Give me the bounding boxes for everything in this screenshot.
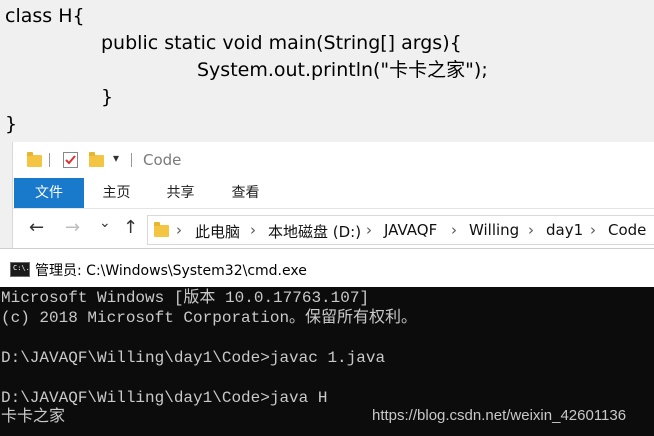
breadcrumb-chevron-icon[interactable]: › [176, 221, 182, 239]
code-line: } [101, 86, 114, 108]
breadcrumb-chevron-icon[interactable]: › [528, 221, 534, 239]
cmd-icon-label: C:\. [13, 264, 30, 272]
folder-icon [27, 152, 42, 167]
recent-locations-chevron-icon[interactable]: ⌄ [99, 215, 111, 231]
cmd-window-title: 管理员: C:\Windows\System32\cmd.exe [35, 263, 307, 279]
forward-arrow-icon[interactable]: → [65, 217, 80, 238]
cmd-console[interactable]: Microsoft Windows [版本 10.0.17763.107] (c… [0, 287, 654, 436]
toolbar-divider [131, 153, 132, 167]
new-folder-icon[interactable] [89, 152, 104, 167]
console-line: Microsoft Windows [版本 10.0.17763.107] [1, 289, 370, 307]
toolbar-divider [49, 153, 50, 167]
code-line: public static void main(String[] args){ [101, 32, 462, 54]
breadcrumb-chevron-icon[interactable]: › [250, 221, 256, 239]
console-line: (c) 2018 Microsoft Corporation。保留所有权利。 [1, 309, 418, 327]
breadcrumb-javaqf[interactable]: JAVAQF [384, 221, 437, 239]
quick-access-toolbar: ▾ Code [13, 142, 654, 178]
breadcrumb-this-pc[interactable]: 此电脑 [195, 221, 240, 242]
code-snippet: class H{ public static void main(String[… [0, 0, 654, 142]
breadcrumb-willing[interactable]: Willing [469, 221, 519, 239]
properties-icon[interactable] [63, 152, 78, 168]
breadcrumb-code[interactable]: Code [608, 221, 646, 239]
console-line: D:\JAVAQF\Willing\day1\Code>javac 1.java [1, 349, 386, 367]
address-bar[interactable]: › 此电脑 › 本地磁盘 (D:) › JAVAQF › Willing › d… [147, 215, 654, 245]
tab-view[interactable]: 查看 [218, 178, 273, 208]
breadcrumb-local-disk[interactable]: 本地磁盘 (D:) [268, 221, 361, 242]
back-arrow-icon[interactable]: ← [29, 217, 44, 238]
breadcrumb-chevron-icon[interactable]: › [590, 221, 596, 239]
watermark: https://blog.csdn.net/weixin_42601136 [372, 407, 627, 424]
customize-toolbar-dropdown-icon[interactable]: ▾ [113, 151, 119, 165]
window-title: Code [143, 151, 182, 169]
tab-home[interactable]: 主页 [89, 178, 144, 208]
console-line: D:\JAVAQF\Willing\day1\Code>java H [1, 389, 328, 407]
tab-share[interactable]: 共享 [153, 178, 208, 208]
cmd-app-icon: C:\. [10, 262, 30, 277]
address-bar-row: ← → ⌄ ↑ › 此电脑 › 本地磁盘 (D:) › JAVAQF › Wil… [13, 209, 654, 248]
up-arrow-icon[interactable]: ↑ [123, 217, 138, 238]
cmd-title-bar[interactable]: C:\. 管理员: C:\Windows\System32\cmd.exe [0, 248, 654, 288]
ribbon-tabs: 文件 主页 共享 查看 [13, 178, 654, 209]
code-line: System.out.println("卡卡之家"); [197, 59, 488, 81]
breadcrumb-chevron-icon[interactable]: › [451, 221, 457, 239]
breadcrumb-chevron-icon[interactable]: › [366, 221, 372, 239]
folder-icon [154, 222, 169, 237]
console-line: 卡卡之家 [1, 408, 66, 426]
breadcrumb-day1[interactable]: day1 [546, 221, 583, 239]
tab-file[interactable]: 文件 [14, 178, 84, 208]
code-line: class H{ [5, 5, 85, 27]
file-explorer-window: ▾ Code 文件 主页 共享 查看 ← → ⌄ ↑ › 此电脑 › 本地磁盘 … [12, 142, 654, 248]
code-line: } [5, 113, 18, 135]
